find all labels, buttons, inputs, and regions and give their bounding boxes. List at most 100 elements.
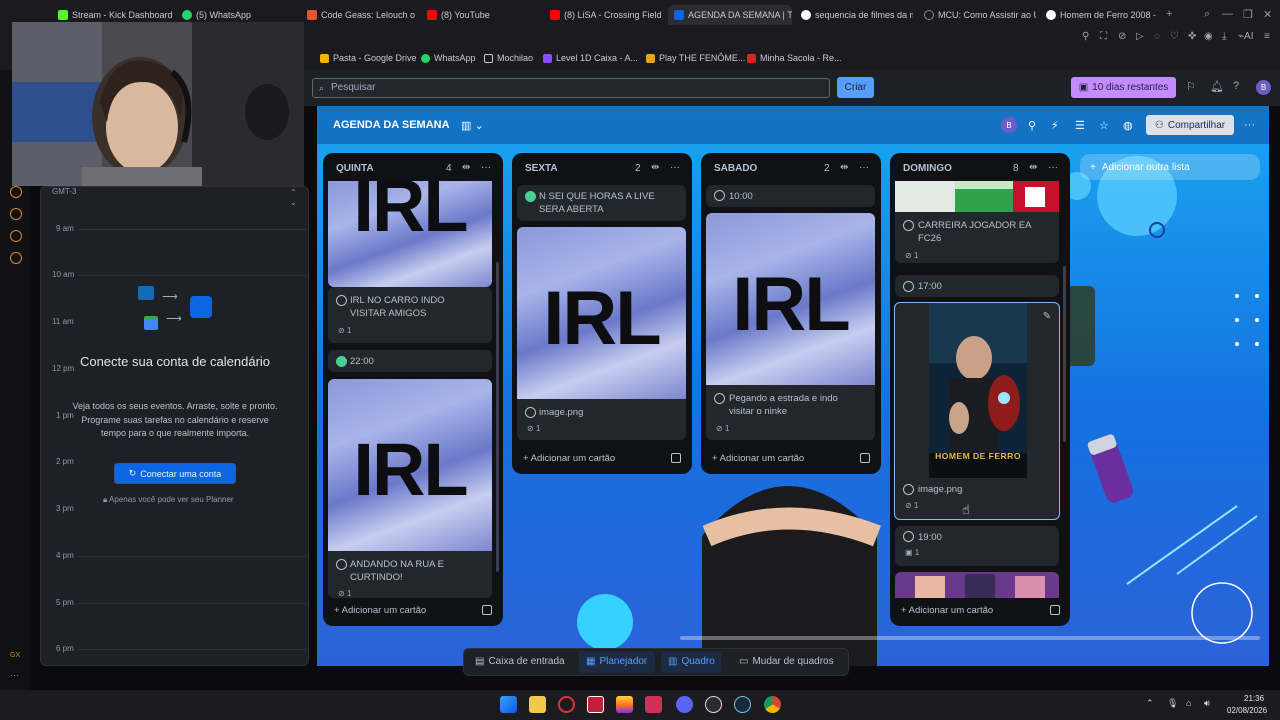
bookmark-fenomeno[interactable]: Play THE FENÔME...	[646, 53, 745, 63]
vpn-icon[interactable]: ◌	[1154, 31, 1160, 42]
card-template-icon[interactable]	[482, 605, 492, 615]
volume-icon[interactable]: 🔊︎	[1204, 698, 1210, 709]
opera-gx-icon[interactable]	[558, 696, 575, 713]
close-window-icon[interactable]: ✕	[1263, 8, 1272, 21]
add-list-button[interactable]: + Adicionar outra lista	[1080, 154, 1260, 180]
card-template-icon[interactable]	[860, 453, 870, 463]
discord-icon[interactable]	[676, 696, 693, 713]
list-scrollbar[interactable]	[496, 262, 499, 572]
star-icon[interactable]: ☆	[1099, 119, 1109, 132]
list-menu-icon[interactable]: ···	[670, 162, 680, 173]
tab-google-seq[interactable]: sequencia de filmes da m	[801, 5, 913, 25]
filter-icon[interactable]: ☰	[1075, 119, 1085, 132]
switch-boards-tab[interactable]: ▭ Mudar de quadros	[739, 656, 834, 667]
automation-icon[interactable]: ⚡︎	[1051, 119, 1059, 132]
collapse-list-icon[interactable]: ⇹	[462, 162, 470, 173]
collapse-list-icon[interactable]: ⇹	[651, 162, 659, 173]
download-icon[interactable]: ⤓	[1222, 31, 1226, 42]
complete-checkbox[interactable]	[903, 531, 914, 542]
menu-icon[interactable]: ≡	[1264, 31, 1270, 42]
heart-icon[interactable]: ♡	[1170, 31, 1179, 42]
board-member-avatar[interactable]: B	[1001, 117, 1017, 133]
search-input[interactable]: ⌕ Pesquisar	[312, 78, 830, 98]
block-icon[interactable]: ⊘	[1118, 31, 1126, 42]
sidebar-play-icon[interactable]	[10, 186, 22, 198]
timezone-toggle[interactable]: ⌃ ⌄	[290, 188, 297, 208]
tab-mcu[interactable]: MCU: Como Assistir ao U	[924, 5, 1036, 25]
tab-homem-ferro[interactable]: Homem de Ferro 2008 - F	[1046, 5, 1158, 25]
network-icon[interactable]: ⌂	[1186, 698, 1191, 708]
list-scrollbar[interactable]	[1063, 266, 1066, 442]
power-ups-icon[interactable]: ⚲	[1028, 119, 1036, 132]
clock-date[interactable]: 02/08/2026	[1227, 706, 1267, 715]
minimize-icon[interactable]: —	[1222, 8, 1233, 20]
profile-icon[interactable]: ◉	[1204, 31, 1213, 42]
create-button[interactable]: Criar	[837, 77, 874, 98]
tray-chevron-icon[interactable]: ⌃	[1146, 698, 1154, 709]
tab-code-geass[interactable]: Code Geass: Lelouch of th	[307, 5, 415, 25]
search-tabs-icon[interactable]: ⌕	[1204, 8, 1210, 21]
list-menu-icon[interactable]: ···	[859, 162, 869, 173]
share-button[interactable]: ⚇ Compartilhar	[1146, 115, 1234, 135]
sidebar-history-icon[interactable]	[10, 230, 22, 242]
board-title[interactable]: AGENDA DA SEMANA	[333, 119, 450, 131]
list-title[interactable]: DOMINGO	[903, 163, 952, 174]
add-card-button[interactable]: + Adicionar um cartão	[901, 605, 993, 616]
complete-checkbox[interactable]	[336, 295, 347, 306]
complete-checkbox[interactable]	[336, 356, 347, 367]
bookmark-whatsapp[interactable]: WhatsApp	[421, 53, 476, 63]
tab-trello[interactable]: AGENDA DA SEMANA | Tre	[668, 5, 792, 25]
complete-checkbox[interactable]	[336, 559, 347, 570]
mic-icon[interactable]: 🎙︎	[1167, 698, 1178, 709]
add-card-button[interactable]: + Adicionar um cartão	[523, 453, 615, 464]
pin-icon[interactable]: ⚲	[1082, 31, 1089, 42]
clock-time[interactable]: 21:36	[1244, 694, 1264, 703]
app-icon[interactable]	[645, 696, 662, 713]
complete-checkbox[interactable]	[714, 190, 725, 201]
new-tab-button[interactable]: +	[1166, 8, 1172, 20]
list-menu-icon[interactable]: ···	[1048, 162, 1058, 173]
card-template-icon[interactable]	[671, 453, 681, 463]
complete-checkbox[interactable]	[525, 407, 536, 418]
chrome-icon[interactable]	[764, 696, 781, 713]
app-icon[interactable]	[616, 696, 633, 713]
collapse-list-icon[interactable]: ⇹	[1029, 162, 1037, 173]
sidebar-settings-icon[interactable]	[10, 252, 22, 264]
list-title[interactable]: SEXTA	[525, 163, 558, 174]
board-menu-icon[interactable]: ···	[1244, 119, 1255, 131]
notifications-icon[interactable]: 🔔︎	[1210, 80, 1224, 93]
complete-checkbox[interactable]	[903, 281, 914, 292]
trial-badge[interactable]: ▣ 10 dias restantes	[1071, 77, 1176, 98]
megaphone-icon[interactable]: ⚐	[1186, 80, 1196, 93]
bookmark-sacola[interactable]: Minha Sacola - Re...	[747, 53, 842, 63]
add-card-button[interactable]: + Adicionar um cartão	[334, 605, 426, 616]
bookmark-level1d[interactable]: Level 1D Caixa - A...	[543, 53, 638, 63]
bookmark-google-drive[interactable]: Pasta - Google Drive	[320, 53, 417, 63]
tab-lisa[interactable]: (8) LiSA - Crossing Field	[550, 5, 666, 25]
tab-youtube[interactable]: (8) YouTube	[427, 5, 543, 25]
steam-icon[interactable]	[734, 696, 751, 713]
board-view-icon[interactable]: ▥ ⌄	[461, 119, 484, 132]
list-menu-icon[interactable]: ···	[481, 162, 491, 173]
inbox-tab[interactable]: ▤ Caixa de entrada	[475, 656, 565, 667]
app-icon[interactable]	[587, 696, 604, 713]
edit-card-icon[interactable]: ✎	[1038, 307, 1056, 325]
add-card-button[interactable]: + Adicionar um cartão	[712, 453, 804, 464]
card-template-icon[interactable]	[1050, 605, 1060, 615]
windows-start-icon[interactable]	[500, 696, 517, 713]
card-cover[interactable]: IRL	[328, 181, 492, 287]
screenshot-icon[interactable]: ⛶	[1100, 31, 1107, 42]
sidebar-clock-icon[interactable]	[10, 208, 22, 220]
list-title[interactable]: QUINTA	[336, 163, 374, 174]
list-title[interactable]: SABADO	[714, 163, 757, 174]
board-scrollbar[interactable]	[680, 636, 1260, 640]
extensions-icon[interactable]: ✜	[1188, 31, 1196, 42]
complete-checkbox[interactable]	[903, 220, 914, 231]
more-icon[interactable]: ···	[10, 670, 19, 680]
ai-icon[interactable]: ⌁AI	[1238, 31, 1253, 42]
board-tab[interactable]: ▥ Quadro	[668, 656, 715, 667]
connect-account-button[interactable]: ↻ Conectar uma conta	[114, 463, 236, 484]
planner-tab[interactable]: ▦ Planejador	[586, 656, 647, 667]
card-cover[interactable]	[895, 181, 1059, 212]
obs-icon[interactable]	[705, 696, 722, 713]
